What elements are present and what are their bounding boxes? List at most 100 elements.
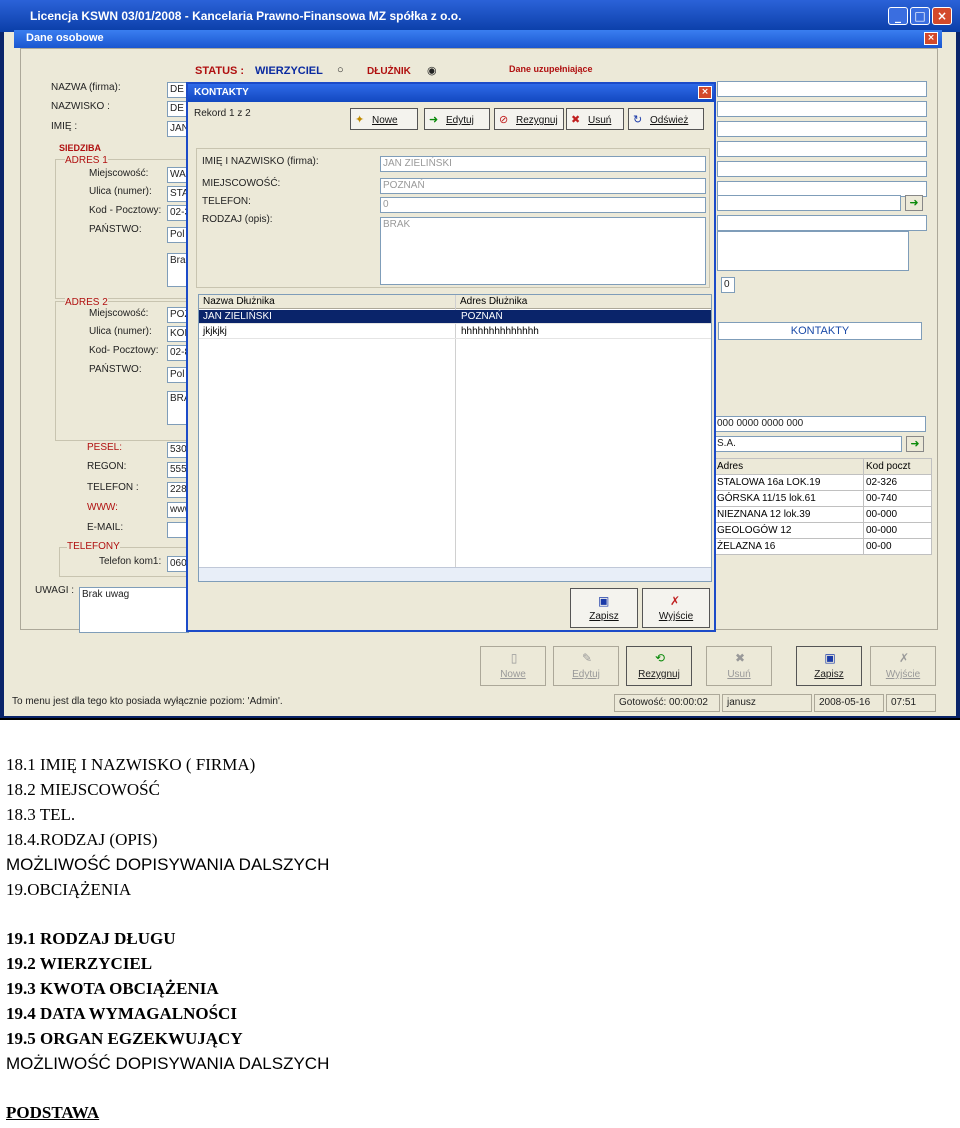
doc-line: 19.OBCIĄŻENIA — [6, 880, 132, 899]
table-row[interactable]: STALOWA 16a LOK.19 02-326 — [714, 474, 933, 491]
right-field-2[interactable] — [717, 101, 927, 117]
pesel-field[interactable]: 530 — [167, 442, 187, 458]
kod1-field[interactable]: 02-3 — [167, 205, 187, 221]
dialog-rezygnuj-label: Rezygnuj — [516, 115, 558, 126]
nazwa-field[interactable]: DE — [167, 82, 187, 98]
table-row[interactable]: ŻELAZNA 16 00-00 — [714, 538, 933, 555]
cell-kod: 00-000 — [862, 522, 933, 539]
dialog-nowe-label: Nowe — [372, 115, 398, 126]
dialog-zapisz-button[interactable]: ▣ Zapisz — [570, 588, 638, 628]
subwindow-title: Dane osobowe — [26, 32, 104, 44]
dialog-close-button[interactable]: × — [698, 86, 712, 99]
dialog-telefon-field[interactable]: 0 — [380, 197, 706, 213]
right-field-8[interactable] — [717, 215, 927, 231]
dialog-rezygnuj-button[interactable]: ⊘ Rezygnuj — [494, 108, 564, 130]
opis2-field[interactable]: BRA — [167, 391, 187, 425]
dialog-edytuj-button[interactable]: ➜ Edytuj — [424, 108, 490, 130]
www-field[interactable]: www — [167, 502, 187, 518]
konto-field[interactable]: 000 0000 0000 000 — [714, 416, 926, 432]
cell-adres: GÓRSKA 11/15 lok.61 — [714, 490, 864, 507]
subwindow-close-button[interactable]: × — [924, 32, 938, 45]
dialog-odswiez-button[interactable]: ↻ Odśwież — [628, 108, 704, 130]
bank-field[interactable]: S.A. — [714, 436, 902, 452]
col-adres-dluznika[interactable]: Adres Dłużnika — [455, 295, 711, 309]
nazwisko-field[interactable]: DE — [167, 101, 187, 117]
imie-label: IMIĘ : — [51, 121, 78, 132]
regon-field[interactable]: 555 — [167, 462, 187, 478]
maximize-button[interactable]: □ — [910, 7, 930, 25]
status-time: 07:51 — [886, 694, 936, 712]
usun-button[interactable]: ✖ Usuń — [706, 646, 772, 686]
table-row[interactable]: NIEZNANA 12 lok.39 00-000 — [714, 506, 933, 523]
minimize-button[interactable]: _ — [888, 7, 908, 25]
col-kod[interactable]: Kod poczt — [862, 458, 933, 475]
col-nazwa-dluznika[interactable]: Nazwa Dłużnika — [199, 295, 455, 309]
debtor-grid: Nazwa Dłużnika Adres Dłużnika JAN ZIELIŃ… — [198, 294, 712, 582]
miejscowosc2-label: Miejscowość: — [89, 308, 149, 319]
doc-line: 18.2 MIEJSCOWOŚĆ — [6, 780, 160, 799]
table-row[interactable]: JAN ZIELIŃSKI POZNAŃ — [199, 310, 711, 324]
nowe-button[interactable]: ▯ Nowe — [480, 646, 546, 686]
panstwo2-field[interactable]: Pol — [167, 367, 187, 383]
dluznik-label: DŁUŻNIK — [367, 66, 411, 77]
imie-field[interactable]: JAN — [167, 121, 187, 137]
telefon-field[interactable]: 228 — [167, 482, 187, 498]
ulica2-field[interactable]: KOL — [167, 326, 187, 342]
opis1-field[interactable]: Brak — [167, 253, 187, 287]
kontakty-button[interactable]: KONTAKTY — [718, 322, 922, 340]
cell-adres: GEOLOGÓW 12 — [714, 522, 864, 539]
miejscowosc2-field[interactable]: POZ — [167, 307, 187, 323]
right-field-7[interactable] — [717, 195, 901, 211]
doc-line: MOŻLIWOŚĆ DOPISYWANIA DALSZYCH — [6, 1054, 330, 1073]
panstwo1-field[interactable]: Pol — [167, 227, 187, 243]
close-button[interactable]: × — [932, 7, 952, 25]
dialog-titlebar: KONTAKTY × — [188, 84, 714, 102]
dialog-usun-button[interactable]: ✖ Usuń — [566, 108, 624, 130]
telkom-label: Telefon kom1: — [99, 556, 162, 567]
table-row[interactable]: GEOLOGÓW 12 00-000 — [714, 522, 933, 539]
table-row[interactable]: GÓRSKA 11/15 lok.61 00-740 — [714, 490, 933, 507]
dialog-rodzaj-field[interactable]: BRAK — [380, 217, 706, 285]
uwagi-field[interactable]: Brak uwag — [79, 587, 189, 633]
status-date: 2008-05-16 — [814, 694, 884, 712]
go-arrow-icon[interactable]: ➜ — [906, 436, 924, 452]
dialog-rodzaj-label: RODZAJ (opis): — [202, 214, 273, 225]
exit-icon: ✗ — [670, 594, 681, 608]
right-field-3[interactable] — [717, 121, 927, 137]
col-adres[interactable]: Adres — [714, 458, 864, 475]
dialog-odswiez-label: Odśwież — [650, 115, 689, 126]
zapisz-button[interactable]: ▣ Zapisz — [796, 646, 862, 686]
new-icon: ✦ — [355, 114, 365, 126]
right-field-4[interactable] — [717, 141, 927, 157]
doc-line: MOŻLIWOŚĆ DOPISYWANIA DALSZYCH — [6, 855, 330, 874]
status-label: STATUS : — [195, 65, 245, 77]
kod2-field[interactable]: 02-8 — [167, 345, 187, 361]
rezygnuj-button[interactable]: ⟲ Rezygnuj — [626, 646, 692, 686]
cell-kod: 00-740 — [862, 490, 933, 507]
right-notes-field[interactable] — [717, 231, 909, 271]
dialog-nowe-button[interactable]: ✦ Nowe — [350, 108, 418, 130]
nowe-button-label: Nowe — [500, 669, 526, 680]
ulica1-field[interactable]: STA — [167, 186, 187, 202]
right-field-5[interactable] — [717, 161, 927, 177]
right-field-1[interactable] — [717, 81, 927, 97]
dialog-miejscowosc-field[interactable]: POZNAŃ — [380, 178, 706, 194]
dialog-title: KONTAKTY — [194, 87, 249, 98]
email-field[interactable] — [167, 522, 187, 538]
dialog-wyjscie-button[interactable]: ✗ Wyjście — [642, 588, 710, 628]
wyjscie-button[interactable]: ✗ Wyjście — [870, 646, 936, 686]
table-row[interactable]: jkjkjkj hhhhhhhhhhhhhh — [199, 325, 711, 339]
wierzyciel-radio[interactable]: ○ — [337, 64, 344, 76]
ulica1-label: Ulica (numer): — [89, 186, 152, 197]
right-number-field[interactable]: 0 — [721, 277, 735, 293]
edytuj-button[interactable]: ✎ Edytuj — [553, 646, 619, 686]
dialog-imie-field[interactable]: JAN ZIELIŃSKI — [380, 156, 706, 172]
doc-line: 19.5 ORGAN EGZEKWUJĄCY — [6, 1029, 243, 1048]
go-arrow-icon[interactable]: ➜ — [905, 195, 923, 211]
miejscowosc1-field[interactable]: WA — [167, 167, 187, 183]
horizontal-scrollbar[interactable] — [199, 567, 711, 581]
dluznik-radio[interactable]: ◉ — [427, 64, 437, 77]
pesel-label: PESEL: — [87, 442, 123, 453]
telkom-field[interactable]: 060 — [167, 556, 187, 572]
dane-uzupelniajace-label: Dane uzupełniające — [509, 64, 593, 74]
